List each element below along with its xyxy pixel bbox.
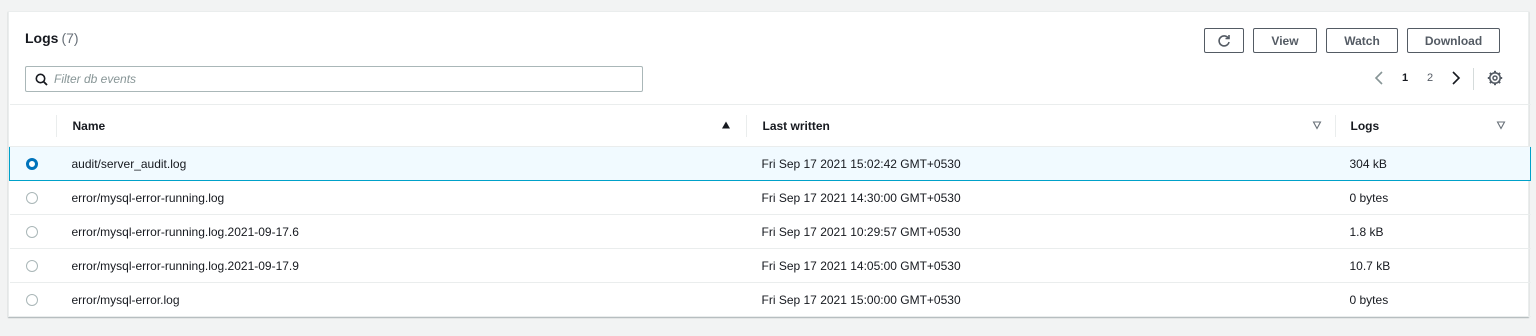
column-divider bbox=[1334, 115, 1336, 137]
table-row[interactable]: error/mysql-error.log Fri Sep 17 2021 15… bbox=[9, 282, 1531, 317]
log-size: 1.8 kB bbox=[1349, 225, 1384, 239]
title-label: Logs bbox=[25, 30, 59, 46]
sort-ascending-icon[interactable] bbox=[721, 120, 731, 130]
table-row[interactable]: error/mysql-error-running.log.2021-09-17… bbox=[9, 214, 1531, 249]
column-divider bbox=[745, 115, 747, 137]
column-label: Name bbox=[72, 119, 106, 133]
last-written: Fri Sep 17 2021 15:00:00 GMT+0530 bbox=[761, 293, 961, 307]
logs-table: Name Last written Logs audit/server_audi… bbox=[9, 104, 1531, 317]
watch-button[interactable]: Watch bbox=[1326, 28, 1398, 53]
table-row[interactable]: audit/server_audit.log Fri Sep 17 2021 1… bbox=[9, 146, 1531, 181]
log-size: 0 bytes bbox=[1349, 191, 1389, 205]
table-row[interactable]: error/mysql-error-running.log.2021-09-17… bbox=[9, 248, 1531, 283]
pagination-divider bbox=[1473, 68, 1474, 90]
column-header-logs[interactable]: Logs bbox=[1334, 104, 1531, 147]
filter-search[interactable] bbox=[25, 66, 643, 92]
download-button[interactable]: Download bbox=[1407, 28, 1500, 53]
page-1-link[interactable]: 1 bbox=[1402, 72, 1408, 84]
chevron-right-icon[interactable] bbox=[1450, 70, 1462, 86]
view-button[interactable]: View bbox=[1253, 28, 1317, 53]
column-header-name[interactable]: Name bbox=[55, 104, 746, 147]
last-written: Fri Sep 17 2021 15:02:42 GMT+0530 bbox=[761, 157, 961, 171]
row-radio[interactable] bbox=[25, 192, 38, 204]
log-name: error/mysql-error.log bbox=[71, 293, 180, 307]
page-2-link[interactable]: 2 bbox=[1427, 72, 1433, 84]
row-radio[interactable] bbox=[25, 294, 38, 306]
refresh-icon bbox=[1218, 34, 1230, 47]
row-radio[interactable] bbox=[26, 158, 38, 170]
gear-icon[interactable] bbox=[1487, 70, 1503, 86]
log-size: 0 bytes bbox=[1349, 293, 1389, 307]
row-radio[interactable] bbox=[25, 260, 38, 272]
last-written: Fri Sep 17 2021 10:29:57 GMT+0530 bbox=[761, 225, 961, 239]
column-divider bbox=[55, 115, 57, 137]
panel-header: Logs(7) View Watch Download 1 2 bbox=[9, 12, 1528, 104]
column-label: Logs bbox=[1350, 119, 1380, 133]
last-written: Fri Sep 17 2021 14:30:00 GMT+0530 bbox=[761, 191, 961, 205]
search-icon bbox=[35, 73, 48, 86]
column-header-last-written[interactable]: Last written bbox=[745, 104, 1335, 147]
log-name: error/mysql-error-running.log.2021-09-17… bbox=[71, 259, 299, 273]
sort-unsorted-icon[interactable] bbox=[1312, 120, 1322, 130]
table-header-row: Name Last written Logs bbox=[9, 104, 1531, 147]
title-count: (7) bbox=[61, 30, 79, 46]
sort-unsorted-icon[interactable] bbox=[1496, 120, 1506, 130]
column-label: Last written bbox=[762, 119, 830, 133]
log-name: error/mysql-error-running.log.2021-09-17… bbox=[71, 225, 299, 239]
chevron-left-icon[interactable] bbox=[1373, 70, 1385, 86]
log-size: 10.7 kB bbox=[1349, 259, 1391, 273]
filter-input[interactable] bbox=[54, 68, 634, 90]
row-radio[interactable] bbox=[25, 226, 38, 238]
refresh-button[interactable] bbox=[1204, 28, 1244, 53]
panel-title: Logs (7) bbox=[25, 29, 79, 47]
last-written: Fri Sep 17 2021 14:05:00 GMT+0530 bbox=[761, 259, 961, 273]
logs-panel: Logs(7) View Watch Download 1 2 bbox=[8, 11, 1531, 317]
log-name: error/mysql-error-running.log bbox=[71, 191, 225, 205]
select-column-header bbox=[9, 104, 56, 147]
log-size: 304 kB bbox=[1349, 157, 1387, 171]
log-name: audit/server_audit.log bbox=[71, 157, 187, 171]
table-row[interactable]: error/mysql-error-running.log Fri Sep 17… bbox=[9, 180, 1531, 215]
